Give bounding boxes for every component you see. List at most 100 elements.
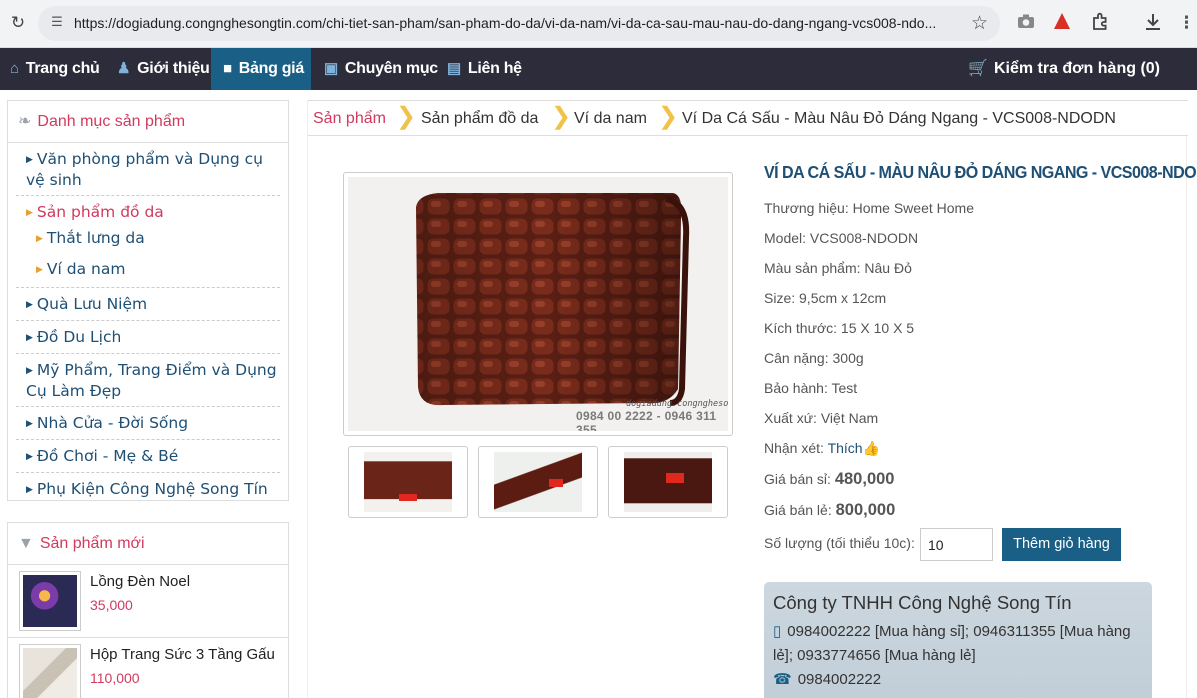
card-icon: ▤	[447, 60, 461, 77]
product-thumbnail[interactable]	[19, 644, 81, 698]
bookmark-star-icon[interactable]: ☆	[971, 12, 988, 34]
wholesale-label: Giá bán sỉ:	[764, 471, 831, 487]
category-panel-title: ❧ Danh mục sản phẩm	[8, 101, 288, 143]
product-title: Ví Da Cá Sấu - Màu Nâu Đỏ Dáng Ngang - V…	[764, 162, 1197, 182]
arrow-right-icon: ▶	[26, 300, 33, 310]
category-panel: ❧ Danh mục sản phẩm ▶ Văn phòng phẩm và Dụ…	[7, 100, 289, 501]
breadcrumb-item[interactable]: Ví da nam	[574, 110, 647, 128]
category-title-text: Danh mục sản phẩm	[37, 113, 186, 130]
retail-price-row: Giá bán lẻ: 800,000	[764, 501, 895, 520]
url-text[interactable]: https://dogiadung.congnghesongtin.com/ch…	[74, 15, 962, 31]
wallet-photo: dogiadung.congnghesongtin.com 0984 00 22…	[348, 177, 728, 431]
watermark-phone: 0984 00 2222 - 0946 311 355	[576, 409, 717, 431]
product-thumb-3[interactable]	[608, 446, 728, 518]
menu-icon[interactable]: ⋮	[1178, 12, 1195, 34]
breadcrumb-separator-icon: ❯	[551, 103, 572, 130]
nav-home[interactable]: ⌂ Trang chủ	[10, 48, 100, 90]
product-thumb-1[interactable]	[348, 446, 468, 518]
extensions-icon[interactable]	[1090, 12, 1110, 38]
new-product-name[interactable]: Hộp Trang Sức 3 Tầng Gấu	[90, 646, 275, 663]
category-item[interactable]: ▶ Mỹ Phẩm, Trang Điểm và Dụng Cụ Làm Đẹp	[16, 354, 280, 407]
quantity-label: Số lượng (tối thiểu 10c):	[764, 535, 915, 551]
breadcrumb-current: Ví Da Cá Sấu - Màu Nâu Đỏ Dáng Ngang - V…	[682, 110, 1116, 127]
review-label: Nhận xét:	[764, 440, 824, 456]
retail-label: Giá bán lẻ:	[764, 502, 832, 518]
new-product-name[interactable]: Lồng Đèn Noel	[90, 573, 190, 590]
arrow-right-icon: ▶	[26, 452, 33, 462]
company-phones-text[interactable]: 0984002222 [Mua hàng sỉ]; 0946311355 [Mu…	[773, 623, 1131, 664]
category-label: Quà Lưu Niệm	[36, 295, 148, 313]
product-warranty: Bảo hành: Test	[764, 380, 858, 396]
category-item[interactable]: ▶ Quà Lưu Niệm	[16, 288, 280, 321]
category-label: Phụ Kiện Công Nghệ Song Tín	[36, 480, 268, 498]
breadcrumb-separator-icon: ❯	[658, 103, 679, 130]
new-product-item[interactable]: Hộp Trang Sức 3 Tầng Gấu 110,000	[8, 638, 288, 698]
nav-home-label: Trang chủ	[25, 60, 100, 77]
subcategory-item[interactable]: ▶ Thắt lưng da	[26, 223, 280, 254]
quantity-input[interactable]	[920, 528, 993, 561]
new-product-price: 110,000	[90, 670, 140, 686]
new-product-item[interactable]: Lồng Đèn Noel 35,000	[8, 565, 288, 638]
category-item[interactable]: ▶ Nhà Cửa - Đời Sống	[16, 407, 280, 440]
tag-icon: ■	[223, 60, 232, 77]
product-main-image[interactable]: dogiadung.congnghesongtin.com 0984 00 22…	[343, 172, 733, 436]
product-info: Ví Da Cá Sấu - Màu Nâu Đỏ Dáng Ngang - V…	[764, 162, 1197, 561]
new-products-title: ▼ Sản phẩm mới	[8, 523, 288, 565]
category-item[interactable]: ▶ Đồ Du Lịch	[16, 321, 280, 354]
product-thumbnail[interactable]	[19, 571, 81, 631]
breadcrumb: Sản phẩm ❯ Sản phẩm đồ da ❯ Ví da nam ❯ …	[308, 100, 1188, 136]
wholesale-price: 480,000	[834, 470, 895, 488]
category-item-active[interactable]: ▶ Sản phẩm đồ da ▶ Thắt lưng da ▶ Ví da nam	[16, 196, 280, 288]
like-link[interactable]: Thích	[828, 440, 863, 456]
company-hotline-text[interactable]: 0984002222	[798, 671, 881, 688]
cart-icon: 🛒	[968, 60, 988, 77]
product-color: Màu sản phẩm: Nâu Đỏ	[764, 260, 912, 276]
nav-cart-label: Kiểm tra đơn hàng (0)	[993, 60, 1160, 77]
folder-icon: ▣	[324, 60, 338, 77]
product-model: Model: VCS008-NDODN	[764, 230, 919, 246]
nav-categories[interactable]: ▣ Chuyên mục	[324, 48, 438, 90]
nav-cart[interactable]: 🛒 Kiểm tra đơn hàng (0)	[968, 48, 1160, 90]
category-item[interactable]: ▶ Văn phòng phẩm và Dụng cụ vệ sinh	[16, 143, 280, 196]
add-to-cart-button[interactable]: Thêm giỏ hàng	[1002, 528, 1121, 561]
arrow-right-icon: ▶	[26, 485, 33, 495]
retail-price: 800,000	[835, 501, 896, 519]
browser-toolbar: ↻ ☰ https://dogiadung.congnghesongtin.co…	[0, 0, 1197, 48]
product-review: Nhận xét: Thích👍	[764, 440, 880, 457]
thumbs-up-icon[interactable]: 👍	[863, 440, 880, 456]
product-brand: Thương hiệu: Home Sweet Home	[764, 200, 974, 216]
company-info-box: Công ty TNHH Công Nghệ Song Tín ▯ 0984002…	[764, 582, 1152, 698]
site-info-icon[interactable]: ☰	[48, 14, 66, 32]
lantern-image	[23, 575, 77, 627]
nav-pricelist[interactable]: ■ Bảng giá	[211, 48, 311, 90]
category-item[interactable]: ▶ Phụ Kiện Công Nghệ Song Tín	[16, 473, 280, 505]
nav-contact[interactable]: ▤ Liên hệ	[447, 48, 522, 90]
product-origin: Xuất xứ: Việt Nam	[764, 410, 879, 426]
arrow-right-icon: ▶	[26, 208, 33, 218]
top-nav: ⌂ Trang chủ ♟ Giới thiệu ■ Bảng giá ▣ Chuyên…	[0, 48, 1197, 90]
new-products-title-text: Sản phẩm mới	[39, 535, 145, 552]
breadcrumb-separator-icon: ❯	[396, 103, 417, 130]
nav-about[interactable]: ♟ Giới thiệu	[117, 48, 210, 90]
thumb-wallet-side-image	[494, 452, 582, 512]
caret-down-icon: ▼	[18, 535, 34, 552]
mobile-phone-icon: ▯	[773, 623, 782, 640]
download-icon[interactable]	[1144, 12, 1162, 38]
reload-icon[interactable]: ↻	[6, 11, 30, 35]
arrow-right-icon: ▶	[26, 366, 33, 376]
phone-icon: ☎	[773, 671, 792, 688]
company-hotline: ☎ 0984002222	[773, 668, 1143, 692]
arrow-right-icon: ▶	[36, 265, 43, 275]
nav-contact-label: Liên hệ	[467, 60, 522, 77]
subcategory-item[interactable]: ▶ Ví da nam	[26, 254, 280, 287]
breadcrumb-item[interactable]: Sản phẩm đồ da	[421, 110, 538, 128]
camera-icon[interactable]	[1017, 12, 1035, 36]
address-bar[interactable]: ☰ https://dogiadung.congnghesongtin.com/…	[38, 6, 1000, 41]
product-thumb-2[interactable]	[478, 446, 598, 518]
breadcrumb-item[interactable]: Sản phẩm	[313, 110, 386, 128]
warning-icon[interactable]	[1053, 12, 1071, 36]
company-name: Công ty TNHH Công Nghệ Song Tín	[773, 592, 1072, 613]
category-item[interactable]: ▶ Đồ Chơi - Mẹ & Bé	[16, 440, 280, 473]
subcategory-label: Thắt lưng da	[46, 229, 145, 247]
thumb-wallet-inside-image	[624, 452, 712, 512]
